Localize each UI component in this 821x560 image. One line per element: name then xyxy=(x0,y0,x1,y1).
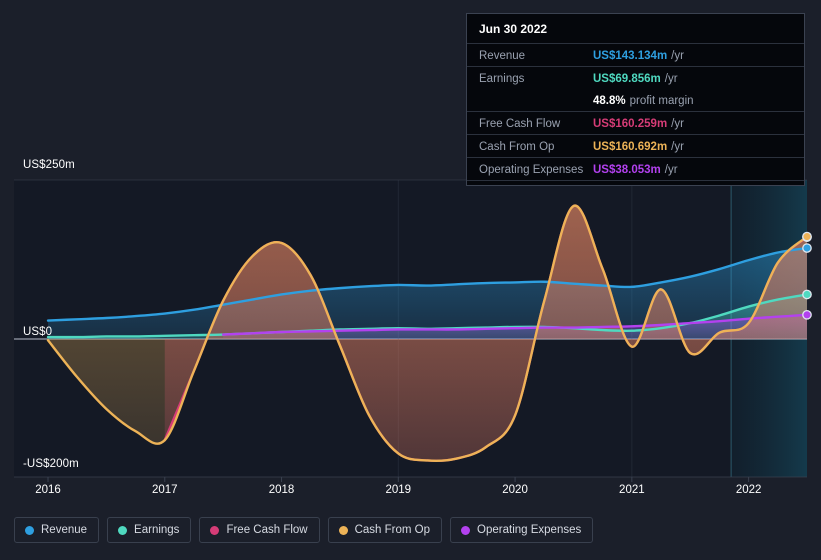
tooltip-row-unit: /yr xyxy=(664,164,678,176)
tooltip-row-key: Revenue xyxy=(479,50,526,62)
tooltip-row-earnings: Earnings US$69.856m/yr xyxy=(467,66,804,89)
legend-item-label: Operating Expenses xyxy=(477,524,582,536)
x-tick-2019: 2019 xyxy=(385,484,412,496)
tooltip-row-key: Operating Expenses xyxy=(479,164,584,176)
tooltip-row-value: US$38.053m xyxy=(593,164,661,176)
tooltip-row-revenue: Revenue US$143.134m/yr xyxy=(467,43,804,66)
tooltip-row-value: US$160.692m xyxy=(593,141,668,153)
legend-item-free-cash-flow[interactable]: Free Cash Flow xyxy=(199,517,320,543)
x-tick-2022: 2022 xyxy=(735,484,762,496)
legend-item-label: Revenue xyxy=(41,524,88,536)
x-tick-2016: 2016 xyxy=(35,484,61,496)
endpoint-dot-revenue xyxy=(802,243,812,253)
legend-item-label: Earnings xyxy=(134,524,180,536)
tooltip-row-value: US$69.856m xyxy=(593,73,661,85)
tooltip-row-unit: /yr xyxy=(671,50,684,62)
tooltip-rows: Revenue US$143.134m/yr Earnings US$69.856m /… xyxy=(467,43,804,181)
tooltip-row-operating-expenses: Operating Expenses US$38.053m/yr xyxy=(467,157,804,180)
legend-dot-icon xyxy=(25,525,34,535)
y-axis-label-zero: US$0 xyxy=(23,326,53,338)
legend-dot-icon xyxy=(210,525,220,535)
legend-item-label: Cash From Op xyxy=(354,524,431,536)
tooltip-bottom-rule xyxy=(467,180,804,181)
tooltip-row-unit: /yr xyxy=(671,118,684,130)
legend-item-earnings[interactable]: Earnings xyxy=(107,517,192,543)
legend-dot-icon xyxy=(461,525,471,535)
legend-item-cash-from-op[interactable]: Cash From Op xyxy=(327,517,443,543)
x-tick-2017: 2017 xyxy=(151,484,178,496)
financial-performance-chart: US$250m US$0 -US$200m 2016 2017 2018 2019 20… xyxy=(0,0,821,560)
legend-item-revenue[interactable]: Revenue xyxy=(14,517,100,543)
data-tooltip: Jun 30 2022 Revenue US$143.134m/yr Earning… xyxy=(466,13,805,186)
tooltip-row-cash-from-op: Cash From Op US$160.692m/yr xyxy=(467,134,804,157)
endpoint-dot-cash-from-op xyxy=(802,231,812,242)
tooltip-row-key: Free Cash Flow xyxy=(479,118,561,130)
x-tick-2020: 2020 xyxy=(502,484,528,496)
tooltip-row-unit: /yr xyxy=(671,141,684,153)
y-axis-label-top: US$250m xyxy=(23,159,75,171)
legend-item-label: Free Cash Flow xyxy=(226,524,308,536)
tooltip-row-value: US$160.259m xyxy=(593,118,668,130)
x-tick-2021: 2021 xyxy=(619,484,645,496)
endpoint-dot-earnings xyxy=(802,289,812,300)
profit-margin-value: 48.8% xyxy=(593,95,626,107)
legend-dot-icon xyxy=(338,525,348,535)
tooltip-date: Jun 30 2022 xyxy=(479,22,548,36)
legend-item-operating-expenses[interactable]: Operating Expenses xyxy=(450,517,594,543)
tooltip-row-value: US$143.134m xyxy=(593,50,668,62)
chart-legend[interactable]: Revenue Earnings Free Cash Flow Cash From O… xyxy=(14,517,594,543)
endpoint-dot-operating-expenses xyxy=(802,309,812,320)
tooltip-row-key: Cash From Op xyxy=(479,141,555,153)
tooltip-row-free-cash-flow: Free Cash Flow US$160.259m/yr xyxy=(467,111,804,134)
profit-margin-label: profit margin xyxy=(629,95,694,107)
y-axis-label-bottom: -US$200m xyxy=(23,458,79,470)
tooltip-row-unit: /yr xyxy=(664,73,678,85)
x-tick-2018: 2018 xyxy=(268,484,295,496)
legend-dot-icon xyxy=(118,525,128,535)
tooltip-row-profit-margin: 48.8% profit margin xyxy=(467,89,804,111)
tooltip-row-key: Earnings xyxy=(479,73,525,85)
